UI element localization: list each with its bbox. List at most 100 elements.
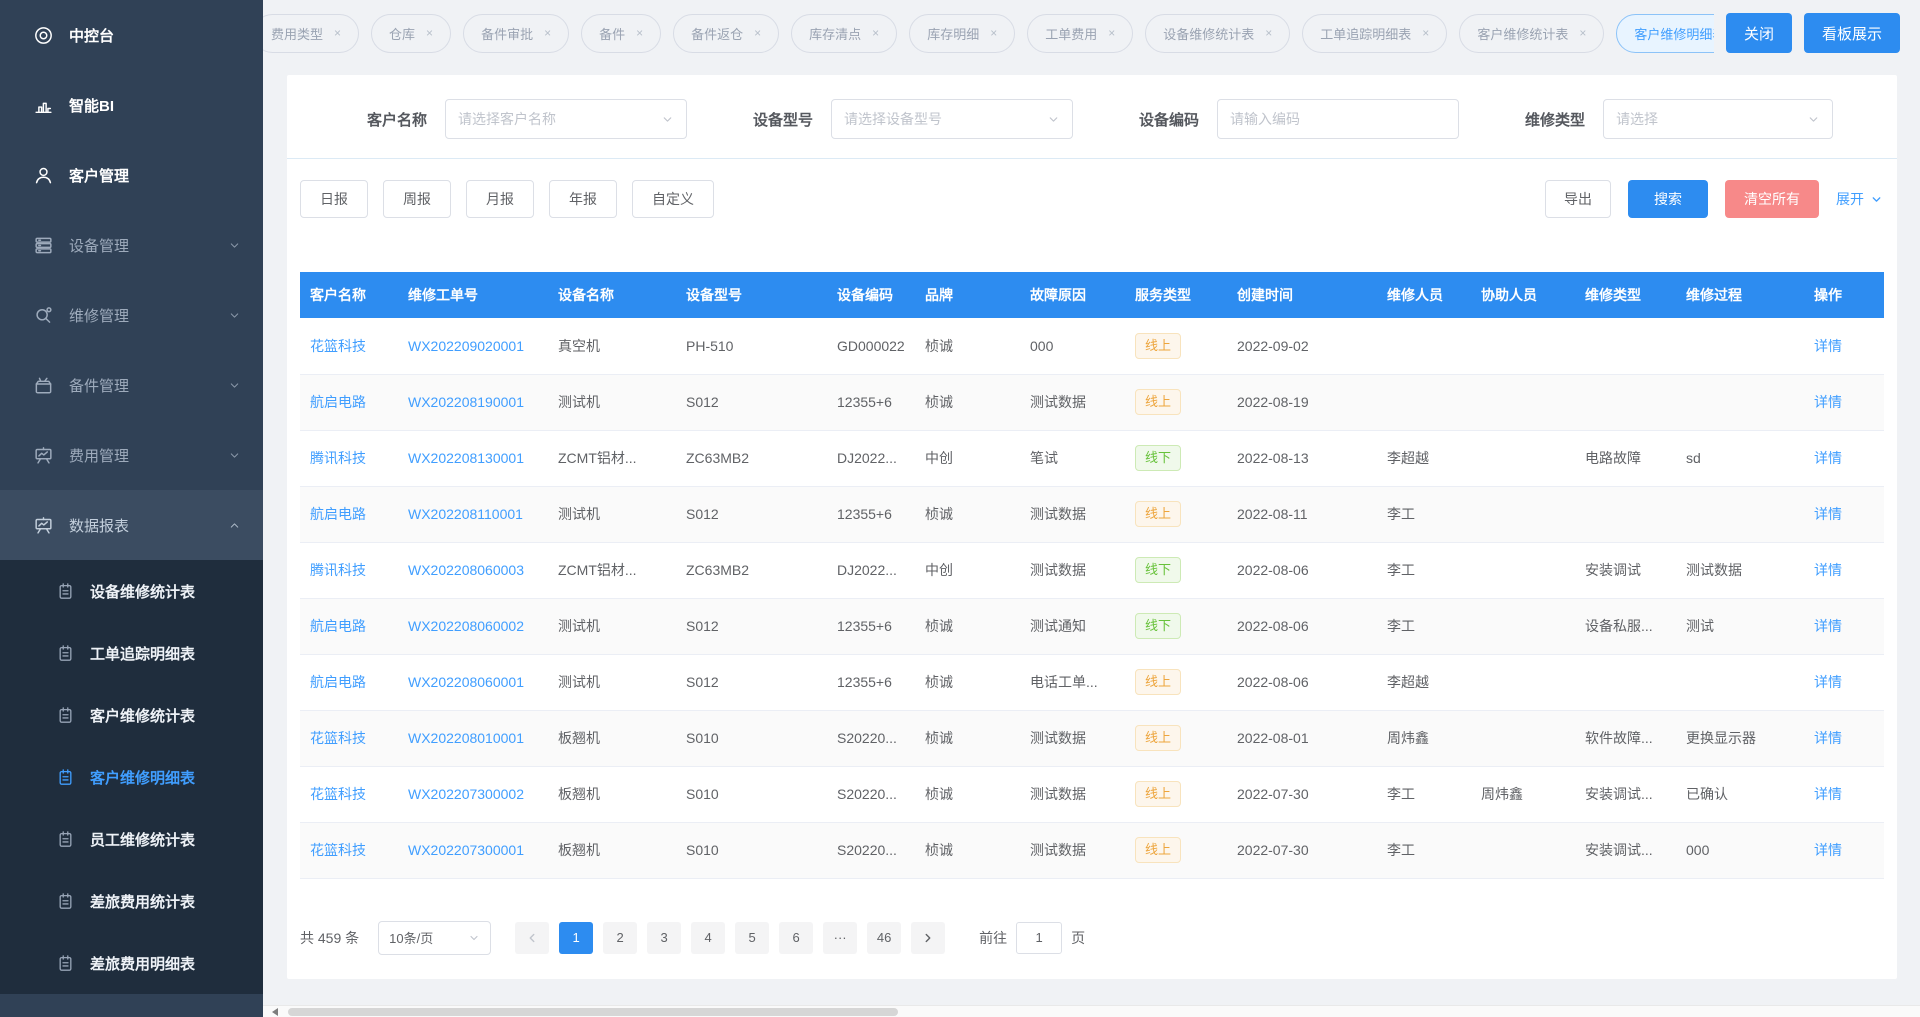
sidebar-item[interactable]: 智能BI (0, 70, 263, 140)
customer-name-link[interactable]: 腾讯科技 (300, 430, 398, 486)
detail-link[interactable]: 详情 (1814, 450, 1842, 466)
tab[interactable]: 备件审批× (463, 14, 569, 53)
detail-link[interactable]: 详情 (1814, 338, 1842, 354)
device-code-input[interactable] (1217, 99, 1459, 139)
report-range-button[interactable]: 周报 (383, 180, 451, 218)
work-order-link[interactable]: WX202209020001 (398, 318, 548, 374)
repair-type-select[interactable]: 请选择 (1603, 99, 1833, 139)
tab-close-icon[interactable]: × (754, 27, 761, 39)
customer-name-link[interactable]: 腾讯科技 (300, 542, 398, 598)
work-order-link[interactable]: WX202208010001 (398, 710, 548, 766)
report-range-button[interactable]: 年报 (549, 180, 617, 218)
tab[interactable]: 费用类型× (253, 14, 359, 53)
tab-close-icon[interactable]: × (1422, 27, 1429, 39)
tab[interactable]: 工单费用× (1027, 14, 1133, 53)
sidebar-submenu-item[interactable]: 员工维修统计表 (0, 808, 263, 870)
work-order-link[interactable]: WX202208130001 (398, 430, 548, 486)
sidebar-item[interactable]: 数据报表 (0, 490, 263, 560)
tab-close-icon[interactable]: × (1579, 27, 1586, 39)
sidebar-submenu-item[interactable]: 工单追踪明细表 (0, 622, 263, 684)
tab[interactable]: 库存清点× (791, 14, 897, 53)
tab-close-icon[interactable]: × (334, 27, 341, 39)
page-number-button[interactable]: 4 (691, 922, 725, 954)
scrollbar-thumb[interactable] (288, 1008, 898, 1016)
customer-name-link[interactable]: 花篮科技 (300, 766, 398, 822)
customer-name-link[interactable]: 花篮科技 (300, 318, 398, 374)
sidebar-submenu-item[interactable]: 差旅费用统计表 (0, 870, 263, 932)
tab[interactable]: 客户维修统计表× (1459, 14, 1604, 53)
customer-name-link[interactable]: 花篮科技 (300, 710, 398, 766)
device-model-select[interactable]: 请选择设备型号 (831, 99, 1073, 139)
work-order-link[interactable]: WX202208060003 (398, 542, 548, 598)
sidebar-item[interactable]: 备件管理 (0, 350, 263, 420)
detail-link[interactable]: 详情 (1814, 730, 1842, 746)
tab[interactable]: 工单追踪明细表× (1302, 14, 1447, 53)
tab-close-icon[interactable]: × (636, 27, 643, 39)
work-order-link[interactable]: WX202208060001 (398, 654, 548, 710)
next-page-button[interactable] (911, 922, 945, 954)
table-cell: 板翘机 (548, 766, 676, 822)
report-range-button[interactable]: 自定义 (632, 180, 714, 218)
sidebar-submenu-item[interactable]: 客户维修统计表 (0, 684, 263, 746)
work-order-link[interactable]: WX202207300002 (398, 766, 548, 822)
tab[interactable]: 设备维修统计表× (1145, 14, 1290, 53)
detail-link[interactable]: 详情 (1814, 674, 1842, 690)
tab[interactable]: 库存明细× (909, 14, 1015, 53)
search-button[interactable]: 搜索 (1628, 180, 1708, 218)
board-display-button[interactable]: 看板展示 (1804, 13, 1900, 53)
page-size-select[interactable]: 10条/页 (378, 921, 491, 955)
page-number-button[interactable]: 5 (735, 922, 769, 954)
work-order-link[interactable]: WX202208190001 (398, 374, 548, 430)
horizontal-scrollbar[interactable] (263, 1005, 1920, 1017)
scroll-left-arrow-icon[interactable] (268, 1008, 278, 1016)
report-range-button[interactable]: 日报 (300, 180, 368, 218)
sidebar-submenu-item[interactable]: 客户维修明细表 (0, 746, 263, 808)
sidebar-item[interactable]: 中控台 (0, 0, 263, 70)
tab-close-icon[interactable]: × (872, 27, 879, 39)
page-number-button[interactable]: 3 (647, 922, 681, 954)
sidebar-item[interactable]: 设备管理 (0, 210, 263, 280)
detail-link[interactable]: 详情 (1814, 562, 1842, 578)
goto-page-input[interactable] (1016, 922, 1062, 954)
page-number-button[interactable]: 46 (867, 922, 901, 954)
detail-link[interactable]: 详情 (1814, 506, 1842, 522)
detail-link[interactable]: 详情 (1814, 394, 1842, 410)
export-button[interactable]: 导出 (1545, 180, 1611, 218)
sidebar-submenu-item[interactable]: 设备维修统计表 (0, 560, 263, 622)
tab-close-icon[interactable]: × (1108, 27, 1115, 39)
tab-close-icon[interactable]: × (426, 27, 433, 39)
work-order-link[interactable]: WX202207300001 (398, 822, 548, 878)
work-order-link[interactable]: WX202208060002 (398, 598, 548, 654)
tab[interactable]: 备件× (581, 14, 661, 53)
expand-toggle[interactable]: 展开 (1836, 189, 1883, 209)
clear-all-button[interactable]: 清空所有 (1725, 180, 1819, 218)
sidebar-item[interactable]: 客户管理 (0, 140, 263, 210)
report-range-button[interactable]: 月报 (466, 180, 534, 218)
customer-name-link[interactable]: 航启电路 (300, 486, 398, 542)
page-number-button[interactable]: 2 (603, 922, 637, 954)
sidebar-submenu-item[interactable]: 差旅费用明细表 (0, 932, 263, 994)
customer-name-link[interactable]: 航启电路 (300, 374, 398, 430)
tab-close-icon[interactable]: × (990, 27, 997, 39)
sidebar-item[interactable]: 维修管理 (0, 280, 263, 350)
work-order-link[interactable]: WX202208110001 (398, 486, 548, 542)
customer-name-link[interactable]: 航启电路 (300, 654, 398, 710)
sidebar-item[interactable]: 费用管理 (0, 420, 263, 490)
tab[interactable]: 备件返仓× (673, 14, 779, 53)
detail-link[interactable]: 详情 (1814, 842, 1842, 858)
tab-close-icon[interactable]: × (1265, 27, 1272, 39)
customer-name-select[interactable]: 请选择客户名称 (445, 99, 687, 139)
page-number-button[interactable]: 1 (559, 922, 593, 954)
detail-link[interactable]: 详情 (1814, 618, 1842, 634)
tab[interactable]: 客户维修明细表× (1616, 14, 1714, 53)
page-number-button[interactable]: 6 (779, 922, 813, 954)
customer-name-link[interactable]: 航启电路 (300, 598, 398, 654)
detail-link[interactable]: 详情 (1814, 786, 1842, 802)
expand-label: 展开 (1836, 189, 1864, 209)
page-ellipsis-button[interactable]: ··· (823, 922, 857, 954)
tab-close-icon[interactable]: × (544, 27, 551, 39)
close-button[interactable]: 关闭 (1726, 13, 1792, 53)
customer-name-link[interactable]: 花篮科技 (300, 822, 398, 878)
prev-page-button[interactable] (515, 922, 549, 954)
tab[interactable]: 仓库× (371, 14, 451, 53)
